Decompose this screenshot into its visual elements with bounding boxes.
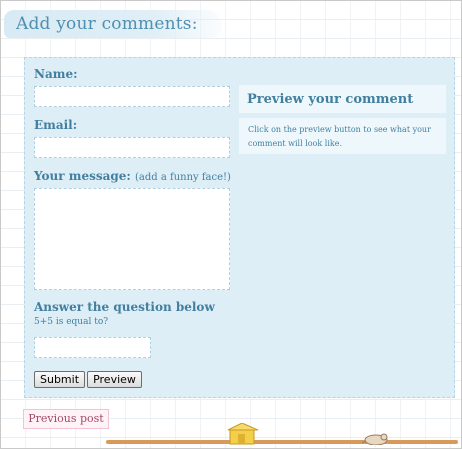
preview-title: Preview your comment [247, 92, 414, 107]
comments-heading: Add your comments: [16, 14, 198, 34]
message-hint: (add a funny face!) [135, 172, 231, 183]
name-label: Name: [34, 67, 78, 81]
house-icon [227, 423, 259, 445]
critter-icon [362, 433, 388, 445]
preview-text: Click on the preview button to see what … [248, 125, 431, 148]
preview-button[interactable]: Preview [87, 371, 142, 388]
ground-strip [106, 440, 458, 444]
message-label-text: Your message: [34, 169, 131, 183]
question-label: Answer the question below [34, 300, 215, 314]
message-textarea[interactable] [34, 188, 230, 290]
name-field[interactable] [34, 86, 230, 107]
previous-post-link[interactable]: Previous post [23, 409, 109, 429]
preview-header-box: Preview your comment [239, 85, 446, 113]
preview-area: Click on the preview button to see what … [239, 118, 446, 154]
message-label: Your message: (add a funny face!) [34, 169, 231, 183]
captcha-question: 5+5 is equal to? [34, 317, 109, 327]
captcha-answer-field[interactable] [34, 337, 151, 358]
email-field[interactable] [34, 137, 230, 158]
submit-button[interactable]: Submit [34, 371, 85, 388]
email-label: Email: [34, 118, 78, 132]
comments-heading-banner: Add your comments: [4, 6, 224, 40]
